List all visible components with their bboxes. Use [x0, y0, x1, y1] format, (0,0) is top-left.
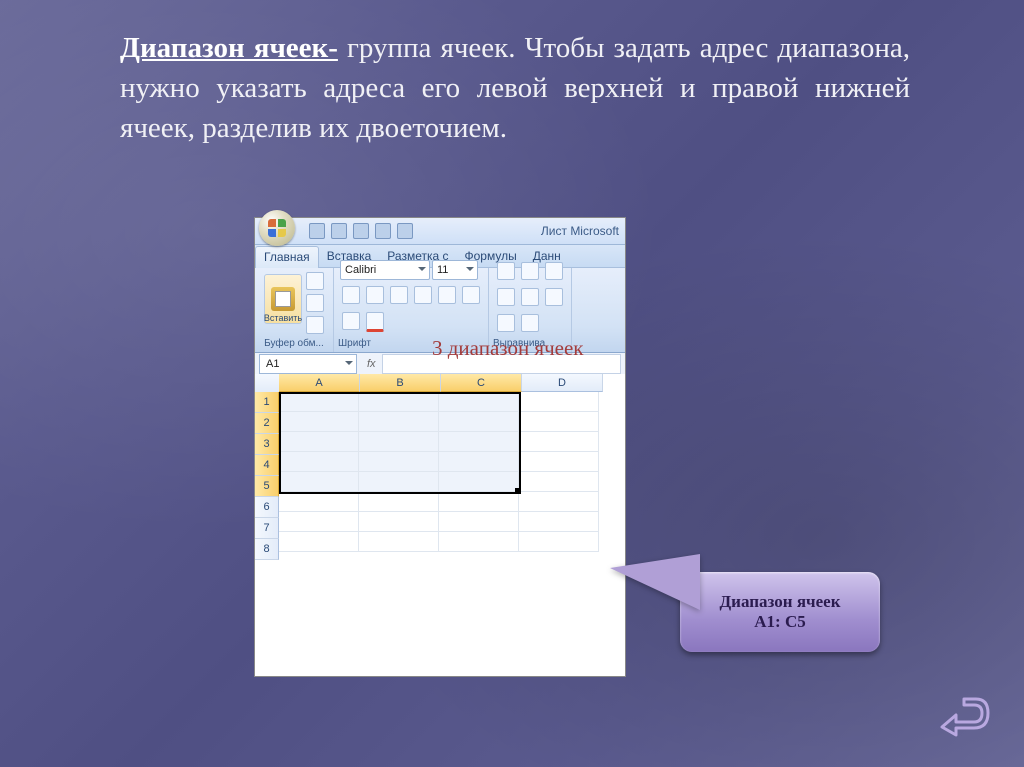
cell[interactable]: [359, 412, 439, 432]
cell[interactable]: [439, 472, 519, 492]
paste-icon: [271, 287, 295, 311]
cell[interactable]: [519, 492, 599, 512]
paste-button[interactable]: Вставить: [264, 274, 302, 324]
cell[interactable]: [439, 492, 519, 512]
border-icon[interactable]: [414, 286, 432, 304]
qat-undo-icon[interactable]: [331, 223, 347, 239]
cell[interactable]: [359, 392, 439, 412]
indent-dec-icon[interactable]: [497, 314, 515, 332]
callout-line1: Диапазон ячеек: [719, 592, 840, 612]
format-painter-icon[interactable]: [306, 316, 324, 334]
definition-paragraph: Диапазон ячеек- группа ячеек. Чтобы зада…: [120, 28, 910, 148]
copy-icon[interactable]: [306, 294, 324, 312]
quick-access-toolbar: [309, 223, 413, 239]
row-header-3[interactable]: 3: [255, 434, 279, 455]
row-header-8[interactable]: 8: [255, 539, 279, 560]
fx-icon[interactable]: fx: [367, 358, 376, 370]
col-header-D[interactable]: D: [522, 374, 603, 392]
row-header-4[interactable]: 4: [255, 455, 279, 476]
office-button[interactable]: [259, 210, 295, 246]
row-header-6[interactable]: 6: [255, 497, 279, 518]
group-clipboard: Вставить Буфер обм...: [255, 268, 334, 352]
cell[interactable]: [359, 512, 439, 532]
cell[interactable]: [439, 452, 519, 472]
cell[interactable]: [439, 412, 519, 432]
bold-icon[interactable]: [342, 286, 360, 304]
cell[interactable]: [279, 392, 359, 412]
name-box[interactable]: A1: [259, 354, 357, 374]
cell[interactable]: [279, 512, 359, 532]
cell[interactable]: [519, 532, 599, 552]
callout-line2: А1: С5: [754, 612, 805, 632]
slide: Диапазон ячеек- группа ячеек. Чтобы зада…: [0, 0, 1024, 767]
cell[interactable]: [439, 512, 519, 532]
cell[interactable]: [279, 412, 359, 432]
overlay-caption: 3 диапазон ячеек: [432, 336, 584, 361]
fill-color-icon[interactable]: [342, 312, 360, 330]
grow-font-icon[interactable]: [438, 286, 456, 304]
cell[interactable]: [519, 472, 599, 492]
qat-more-icon[interactable]: [397, 223, 413, 239]
return-arrow-icon: [934, 697, 990, 739]
row-header-5[interactable]: 5: [255, 476, 279, 497]
cell[interactable]: [279, 532, 359, 552]
qat-redo-icon[interactable]: [353, 223, 369, 239]
align-top-icon[interactable]: [497, 262, 515, 280]
titlebar-text: Лист Microsoft: [541, 224, 625, 238]
cell[interactable]: [359, 532, 439, 552]
qat-save-icon[interactable]: [309, 223, 325, 239]
cell[interactable]: [519, 412, 599, 432]
italic-icon[interactable]: [366, 286, 384, 304]
titlebar: Лист Microsoft: [255, 218, 625, 245]
cell[interactable]: [359, 432, 439, 452]
cell[interactable]: [519, 432, 599, 452]
excel-screenshot: Лист Microsoft Главная Вставка Разметка …: [255, 218, 625, 676]
cell[interactable]: [279, 492, 359, 512]
row-header-1[interactable]: 1: [255, 392, 279, 413]
cell[interactable]: [519, 512, 599, 532]
cell[interactable]: [439, 432, 519, 452]
row-header-2[interactable]: 2: [255, 413, 279, 434]
font-size-combo[interactable]: 11: [432, 260, 478, 280]
cell[interactable]: [519, 452, 599, 472]
worksheet[interactable]: ABCD 12345678: [255, 374, 625, 676]
align-bottom-icon[interactable]: [545, 262, 563, 280]
tab-home[interactable]: Главная: [255, 246, 319, 268]
column-headers: ABCD: [279, 374, 625, 392]
col-header-A[interactable]: A: [279, 374, 360, 392]
cell[interactable]: [439, 392, 519, 412]
cell[interactable]: [279, 472, 359, 492]
cell[interactable]: [359, 452, 439, 472]
clipboard-mini: [304, 270, 326, 336]
cut-icon[interactable]: [306, 272, 324, 290]
cell[interactable]: [279, 432, 359, 452]
align-center-icon[interactable]: [521, 288, 539, 306]
cell[interactable]: [519, 392, 599, 412]
back-button[interactable]: [934, 697, 990, 739]
col-header-C[interactable]: C: [441, 374, 522, 392]
col-header-B[interactable]: B: [360, 374, 441, 392]
align-left-icon[interactable]: [497, 288, 515, 306]
term: Диапазон ячеек-: [120, 32, 338, 64]
cell[interactable]: [279, 452, 359, 472]
shrink-font-icon[interactable]: [462, 286, 480, 304]
cells-area[interactable]: [279, 392, 625, 676]
indent-inc-icon[interactable]: [521, 314, 539, 332]
range-callout: Диапазон ячеек А1: С5: [680, 572, 880, 652]
fx-buttons: fx: [367, 358, 376, 370]
row-headers: 12345678: [255, 392, 279, 676]
align-right-icon[interactable]: [545, 288, 563, 306]
align-middle-icon[interactable]: [521, 262, 539, 280]
select-all-corner[interactable]: [255, 374, 280, 393]
cell[interactable]: [359, 472, 439, 492]
row-header-7[interactable]: 7: [255, 518, 279, 539]
underline-icon[interactable]: [390, 286, 408, 304]
font-color-icon[interactable]: [366, 312, 384, 332]
cell[interactable]: [359, 492, 439, 512]
cell[interactable]: [439, 532, 519, 552]
font-name-combo[interactable]: Calibri: [340, 260, 430, 280]
qat-print-icon[interactable]: [375, 223, 391, 239]
